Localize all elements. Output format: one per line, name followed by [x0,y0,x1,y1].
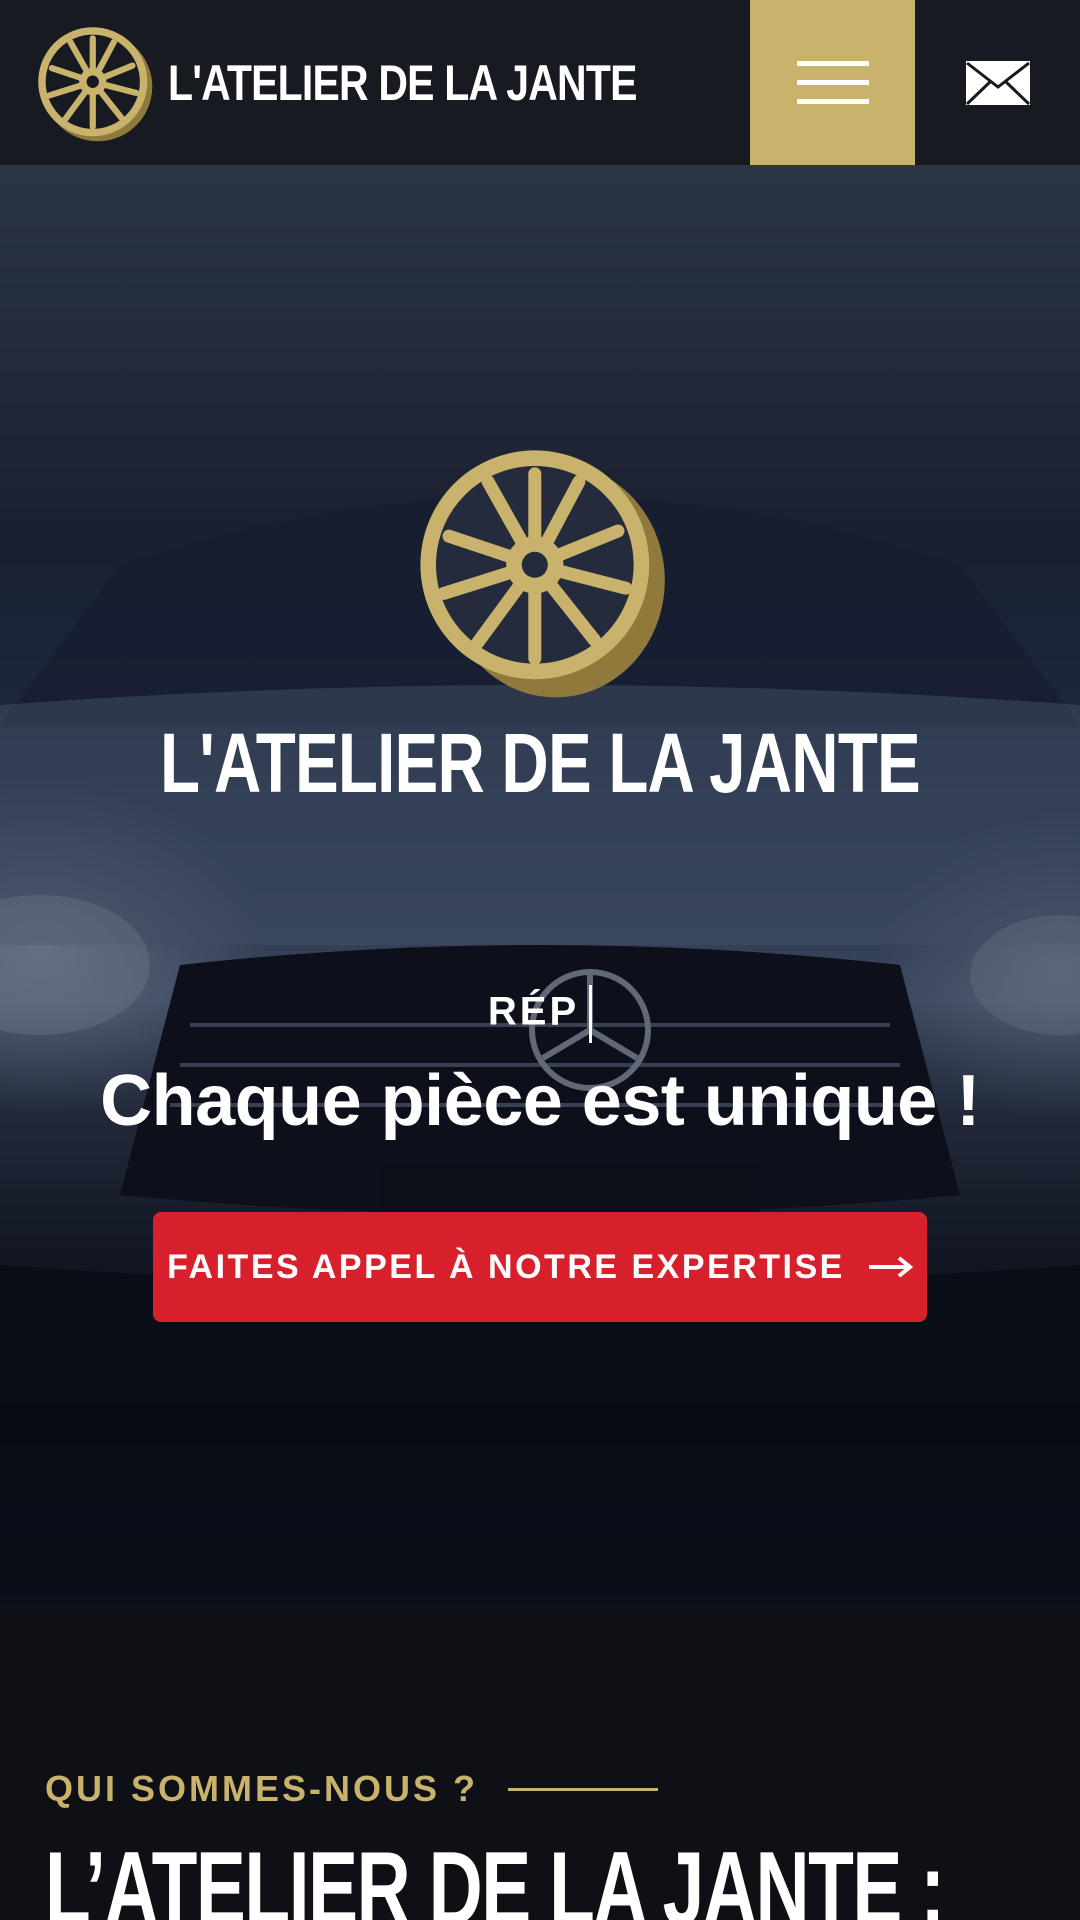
about-title: L’ATELIER DE LA JANTE : [45,1831,945,1920]
cta-label: FAITES APPEL À NOTRE EXPERTISE [167,1247,845,1286]
typing-text: RÉP [0,985,1080,1043]
brand-link[interactable]: L'ATELIER DE LA JANTE [32,20,739,145]
text-caret [589,985,593,1043]
section-eyebrow: QUI SOMMES-NOUS ? [45,1768,659,1810]
arrow-right-icon [868,1256,913,1278]
hero-section: L'ATELIER DE LA JANTE RÉP Chaque pièce e… [0,165,1080,1605]
brand-name: L'ATELIER DE LA JANTE [168,54,637,111]
eyebrow-text: QUI SOMMES-NOUS ? [45,1768,479,1809]
expertise-cta-button[interactable]: FAITES APPEL À NOTRE EXPERTISE [153,1212,927,1322]
hero-title: L'ATELIER DE LA JANTE [160,716,921,810]
site-header: L'ATELIER DE LA JANTE [0,0,1080,165]
eyebrow-divider [508,1787,659,1791]
about-section: QUI SOMMES-NOUS ? L’ATELIER DE LA JANTE … [0,1605,1080,1920]
hamburger-icon [796,61,869,66]
menu-button[interactable] [750,0,915,165]
hero-tagline: Chaque pièce est unique ! [100,1061,980,1141]
hero-wheel-logo-icon [420,450,665,698]
envelope-icon[interactable] [965,60,1031,106]
wheel-logo-icon [38,26,153,141]
